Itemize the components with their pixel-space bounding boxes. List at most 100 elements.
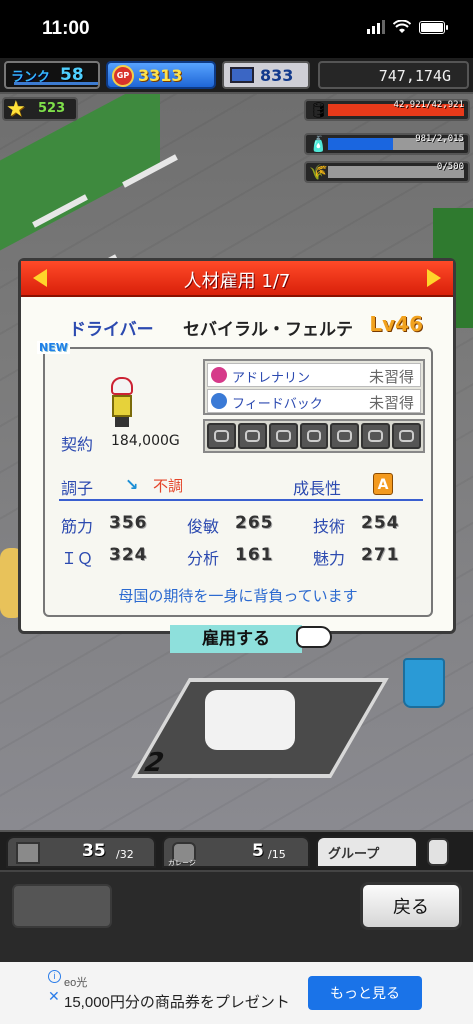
new-badge: NEW bbox=[37, 341, 70, 354]
driver-avatar bbox=[109, 377, 135, 427]
tab-garage[interactable]: ガレージ 5 /15 bbox=[162, 836, 310, 868]
wifi-icon bbox=[393, 20, 411, 33]
wheat-icon: 🌾 bbox=[309, 163, 328, 181]
empty-slot[interactable] bbox=[12, 884, 112, 928]
hire-dialog: 人材雇用 1/7 ドライバー セバイラル・フェルテ Lv46 アドレナリン 未習… bbox=[18, 258, 456, 634]
stat-label: 筋力 bbox=[61, 517, 94, 536]
staff-crate-icon bbox=[16, 842, 40, 864]
wheat-value: 0/500 bbox=[436, 162, 464, 172]
computer-icon bbox=[230, 67, 254, 83]
stat-value: 271 bbox=[361, 545, 400, 565]
equipment-slot-icon[interactable] bbox=[207, 423, 236, 449]
stat-value: 254 bbox=[361, 513, 400, 533]
stat-label: ＩＱ bbox=[61, 549, 94, 568]
star-value: 523 bbox=[38, 101, 66, 116]
growth-label: 成長性 bbox=[293, 479, 342, 498]
stat-value: 161 bbox=[235, 545, 274, 565]
next-arrow-icon[interactable] bbox=[427, 269, 441, 287]
status-bar: 11:00 bbox=[0, 0, 473, 58]
trash-can bbox=[403, 658, 445, 708]
research-points-display[interactable]: 833 bbox=[222, 61, 310, 89]
wheat-gauge: 🌾 0/500 bbox=[304, 161, 470, 183]
garage-label: ガレージ bbox=[168, 859, 196, 867]
character-face-icon[interactable] bbox=[427, 838, 449, 866]
battery-icon bbox=[419, 20, 448, 34]
race-car[interactable] bbox=[205, 690, 295, 750]
ad-close-icon[interactable]: ✕ bbox=[48, 988, 60, 1005]
star-display[interactable]: ★ 523 bbox=[2, 97, 78, 122]
candidate-level: Lv46 bbox=[369, 312, 423, 336]
stat-label: 分析 bbox=[187, 549, 220, 568]
back-button[interactable]: 戻る bbox=[360, 882, 462, 930]
skill-row[interactable]: フィードバック 未習得 bbox=[207, 389, 421, 413]
ad-cta-button[interactable]: もっと見る bbox=[308, 976, 422, 1010]
signal-icon bbox=[367, 20, 385, 34]
feedback-icon bbox=[211, 393, 227, 409]
top-hud: ランク 58 GP 3313 833 747,174G bbox=[0, 58, 473, 94]
candidate-panel: アドレナリン 未習得 フィードバック 未習得 契約 184,000G 調子 ↘ … bbox=[43, 347, 433, 617]
tab-group[interactable]: グループ bbox=[316, 836, 418, 868]
stat-value: 324 bbox=[109, 545, 148, 565]
garage-count: 5 bbox=[252, 841, 264, 861]
staff-max: /32 bbox=[116, 848, 134, 861]
stat-label: 魅力 bbox=[313, 549, 346, 568]
money-display: 747,174G bbox=[318, 61, 469, 89]
stat-label: 技術 bbox=[313, 517, 346, 536]
water-value: 981/2,015 bbox=[415, 134, 464, 144]
water-bar-fill bbox=[328, 138, 394, 150]
skill-row[interactable]: アドレナリン 未習得 bbox=[207, 363, 421, 387]
fuel-gauge: 🛢 42,921/42,921 bbox=[304, 99, 470, 121]
ad-text: 15,000円分の商品券をプレゼント bbox=[64, 994, 290, 1011]
contract-value: 184,000G bbox=[111, 433, 180, 449]
dialog-title: 人材雇用 1/7 bbox=[183, 271, 291, 292]
bottom-tabs: 35 /32 ガレージ 5 /15 グループ bbox=[0, 830, 473, 870]
condition-label: 調子 bbox=[61, 479, 94, 498]
rank-display[interactable]: ランク 58 bbox=[4, 61, 100, 89]
water-bottle-icon: 🧴 bbox=[309, 135, 328, 153]
skill-name: アドレナリン bbox=[232, 371, 311, 386]
equipment-slot-icon[interactable] bbox=[237, 423, 267, 449]
ad-brand: eo光 bbox=[64, 977, 88, 989]
rank-progress-bar bbox=[14, 82, 98, 85]
fuel-barrel-icon: 🛢 bbox=[309, 101, 329, 119]
hire-button[interactable]: 雇用する bbox=[170, 625, 302, 653]
bottom-panel: 戻る bbox=[0, 870, 473, 962]
skill-status: 未習得 bbox=[368, 394, 414, 412]
skills-box: アドレナリン 未習得 フィードバック 未習得 bbox=[203, 359, 425, 415]
dialog-header: 人材雇用 1/7 bbox=[21, 261, 453, 297]
status-time: 11:00 bbox=[42, 18, 90, 39]
stat-value: 265 bbox=[235, 513, 274, 533]
group-label: グループ bbox=[328, 847, 380, 862]
growth-value: A bbox=[373, 473, 393, 495]
status-icons bbox=[367, 20, 448, 34]
research-points-value: 833 bbox=[260, 66, 294, 85]
condition-down-arrow-icon: ↘ bbox=[125, 475, 139, 494]
star-icon: ★ bbox=[6, 97, 26, 122]
stat-label: 俊敏 bbox=[187, 517, 220, 536]
skill-name: フィードバック bbox=[232, 397, 323, 412]
equipment-slot-icon[interactable] bbox=[361, 423, 391, 449]
equipment-slot-icon[interactable] bbox=[268, 423, 298, 449]
ad-banner[interactable]: i ✕ eo光 15,000円分の商品券をプレゼント もっと見る bbox=[0, 962, 473, 1024]
gp-value: 3313 bbox=[138, 66, 183, 85]
gp-coin-icon: GP bbox=[112, 65, 134, 87]
adrenaline-icon bbox=[211, 367, 227, 383]
tab-staff[interactable]: 35 /32 bbox=[6, 836, 156, 868]
equipment-slot-icon[interactable] bbox=[392, 423, 422, 449]
staff-count: 35 bbox=[82, 841, 106, 861]
pointing-hand-icon bbox=[296, 626, 332, 648]
fuel-value: 42,921/42,921 bbox=[393, 100, 464, 110]
equipment-slot-icon[interactable] bbox=[330, 423, 360, 449]
candidate-name: セバイラル・フェルテ bbox=[183, 320, 353, 340]
condition-value: 不調 bbox=[153, 477, 184, 495]
candidate-motto: 母国の期待を一身に背負っています bbox=[118, 587, 358, 605]
garage-max: /15 bbox=[268, 848, 286, 861]
gp-display[interactable]: GP 3313 bbox=[106, 61, 216, 89]
skill-status: 未習得 bbox=[368, 368, 414, 386]
money-value: 747,174G bbox=[378, 67, 451, 85]
water-gauge: 🧴 981/2,015 bbox=[304, 133, 470, 155]
contract-label: 契約 bbox=[61, 435, 94, 454]
stat-value: 356 bbox=[109, 513, 148, 533]
ad-info-icon[interactable]: i bbox=[48, 970, 61, 983]
equipment-slot-icon[interactable] bbox=[299, 423, 329, 449]
